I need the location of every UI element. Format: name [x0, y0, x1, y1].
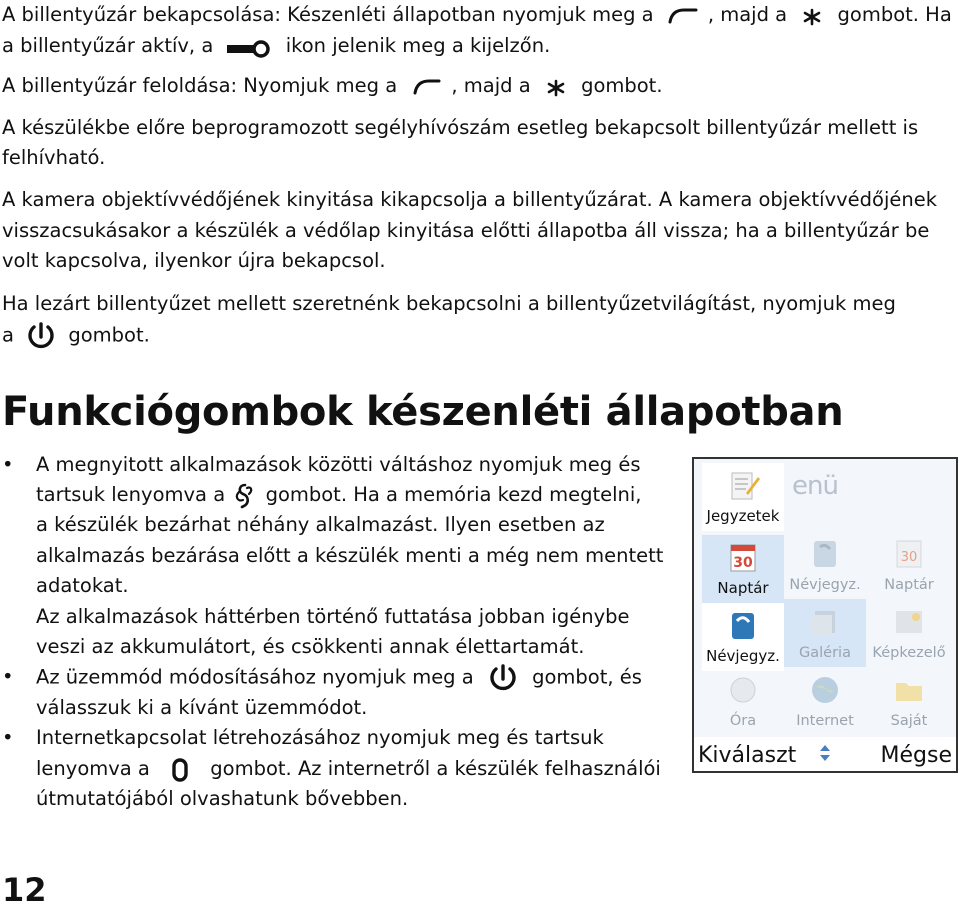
- menu-key-icon: [231, 482, 259, 510]
- paragraph-camera-line2: visszacsukásakor a készülék a védőlap ki…: [2, 219, 930, 242]
- text-segment: gombot.: [581, 74, 663, 97]
- text-segment: gombot. Az internetről a készülék felhas…: [210, 757, 661, 780]
- power-key-icon: [486, 662, 520, 694]
- text-segment: gombot, és: [532, 665, 642, 689]
- bullet-marker: •: [2, 665, 14, 688]
- section-heading: Funkciógombok készenléti állapotban: [2, 389, 844, 435]
- paragraph-keylock-on-line1: A billentyűzár bekapcsolása: Készenléti …: [2, 0, 952, 30]
- phone-app-label: Jegyzetek: [706, 507, 780, 525]
- notes-icon: [731, 472, 760, 500]
- contacts-icon: [732, 613, 754, 639]
- zero-key-icon: [160, 755, 200, 785]
- softkey-select[interactable]: Kiválaszt: [698, 743, 796, 768]
- text-segment: , majd a: [707, 3, 788, 26]
- calendar-icon: 30: [730, 544, 756, 572]
- text-segment: A billentyűzár feloldása: Nyomjuk meg a: [2, 74, 398, 97]
- folder-icon: [896, 683, 922, 701]
- bullet-text-line: veszi az akkumulátort, és csökkenti anna…: [36, 635, 585, 658]
- star-key-icon: [793, 4, 831, 28]
- text-segment: Az üzemmód módosításához nyomjuk meg a: [36, 665, 474, 689]
- text-segment: a billentyűzár aktív, a: [2, 34, 214, 57]
- contacts-icon: [814, 541, 836, 567]
- bullet-text-line: a készülék bezárhat néhány alkalmazást. …: [36, 513, 605, 536]
- padlock-icon: [223, 35, 275, 59]
- phone-app-calendar: 30 Naptár: [868, 531, 950, 599]
- text-segment: , majd a: [451, 74, 531, 97]
- paragraph-backlight-line2: a gombot.: [2, 320, 150, 352]
- bullet-marker: •: [2, 726, 14, 749]
- bullet-text-line: válasszuk ki a kívánt üzemmódot.: [36, 696, 368, 719]
- star-key-icon: [537, 75, 575, 99]
- globe-icon: [812, 677, 838, 703]
- phone-app-own: Saját: [868, 667, 950, 735]
- paragraph-camera-line1: A kamera objektívvédőjének kinyitása kik…: [2, 188, 938, 211]
- bullet-text-line: Az alkalmazások háttérben történő futtat…: [36, 605, 630, 628]
- phone-app-label: Óra: [729, 713, 757, 729]
- phone-app-label: Galéria: [799, 645, 851, 661]
- softkey-cancel[interactable]: Mégse: [881, 743, 952, 768]
- phone-app-notes[interactable]: Jegyzetek: [702, 463, 784, 531]
- bullet-text-line: lenyomva a gombot. Az internetről a kész…: [36, 754, 661, 785]
- svg-text:30: 30: [733, 555, 753, 571]
- power-key-icon: [24, 320, 58, 352]
- phone-app-label: Naptár: [717, 579, 769, 597]
- bullet-text-line: alkalmazás bezárása előtt a készülék men…: [36, 544, 664, 567]
- paragraph-keylock-on-line2: a billentyűzár aktív, a ikon jelenik meg…: [2, 31, 550, 61]
- svg-text:30: 30: [901, 550, 918, 565]
- bullet-text-line: tartsuk lenyomva a gombot. Ha a memória …: [36, 480, 642, 511]
- text-segment: gombot. Ha a memória kezd megtelni,: [265, 483, 642, 506]
- phone-app-contacts: Névjegyz.: [784, 531, 866, 599]
- phone-menu-title: enü: [792, 471, 839, 501]
- bullet-text-line: Az üzemmód módosításához nyomjuk meg a g…: [36, 662, 642, 694]
- text-segment: lenyomva a: [36, 757, 150, 780]
- text-segment: A billentyűzár bekapcsolása: Készenléti …: [2, 3, 654, 26]
- paragraph-camera-line3: volt kapcsolva, ilyenkor újra bekapcsol.: [2, 249, 386, 272]
- scroll-arrows-icon: [820, 745, 830, 761]
- text-segment: ikon jelenik meg a kijelzőn.: [285, 34, 551, 57]
- phone-menu-screenshot: enü Névjegyz. 30 Naptár Galéria Képkezel…: [692, 457, 958, 773]
- phone-app-imaging: Képkezelő: [868, 599, 950, 667]
- phone-app-calendar-selected[interactable]: 30 Naptár: [702, 535, 784, 603]
- text-segment: gombot. Ha: [837, 3, 952, 26]
- bullet-text-line: Internetkapcsolat létrehozásához nyomjuk…: [36, 726, 604, 749]
- text-segment: a: [2, 323, 14, 347]
- paragraph-keylock-off: A billentyűzár feloldása: Nyomjuk meg a …: [2, 71, 663, 101]
- paragraph-backlight-line1: Ha lezárt billentyűzet mellett szeretnén…: [2, 292, 896, 315]
- bullet-marker: •: [2, 453, 14, 476]
- image-editor-icon: [896, 611, 922, 633]
- bullet-text-line: útmutatójából olvashatunk bővebben.: [36, 787, 409, 810]
- gallery-icon: [812, 611, 835, 635]
- text-segment: tartsuk lenyomva a: [36, 483, 226, 506]
- phone-app-label: Névjegyz.: [789, 577, 861, 593]
- phone-app-label: Képkezelő: [872, 645, 946, 661]
- phone-app-label: Naptár: [884, 577, 934, 593]
- phone-app-label: Névjegyz.: [706, 647, 780, 665]
- paragraph-emergency-line1: A készülékbe előre beprogramozott segély…: [2, 116, 919, 139]
- phone-app-contacts-front[interactable]: Névjegyz.: [702, 603, 784, 671]
- page-number: 12: [2, 871, 47, 909]
- bullet-text-line: adatokat.: [36, 574, 129, 597]
- phone-app-gallery: Galéria: [784, 599, 866, 667]
- paragraph-emergency-line2: felhívható.: [2, 146, 106, 169]
- text-segment: gombot.: [68, 323, 150, 347]
- phone-softkey-bar: Kiválaszt Mégse: [694, 737, 956, 771]
- calendar-icon: 30: [896, 540, 922, 568]
- call-key-icon: [405, 75, 449, 99]
- phone-app-clock: Óra: [702, 667, 784, 735]
- phone-app-label: Internet: [796, 713, 854, 729]
- clock-icon: [730, 677, 756, 703]
- bullet-text-line: A megnyitott alkalmazások közötti váltás…: [36, 453, 641, 476]
- phone-app-label: Saját: [890, 713, 928, 729]
- phone-app-internet: Internet: [784, 667, 866, 735]
- call-key-icon: [664, 4, 704, 28]
